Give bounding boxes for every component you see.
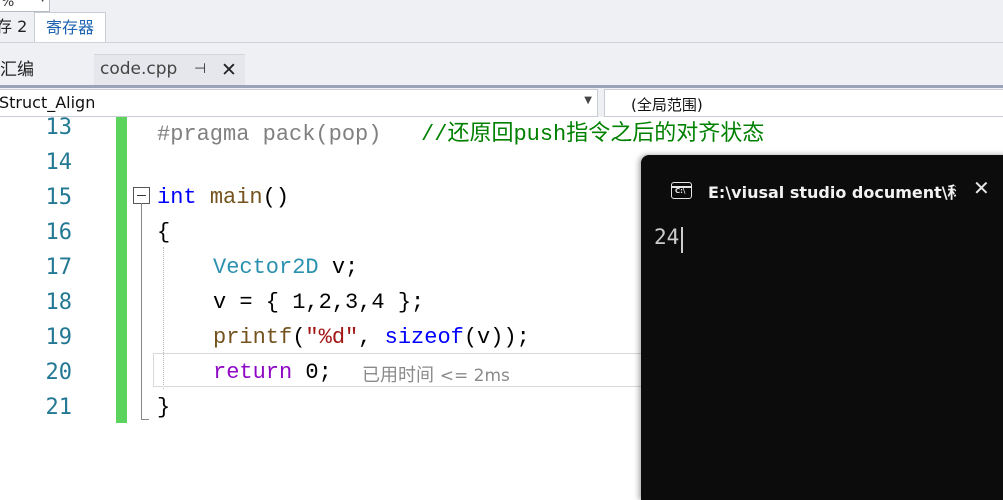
pin-icon[interactable]: ⊣ — [194, 61, 206, 77]
code-line-18: v = { 1,2,3,4 }; — [213, 290, 425, 315]
function-name: main — [209, 185, 263, 210]
perf-tip[interactable]: 已用时间 <= 2ms — [362, 361, 510, 387]
code-line-16: { — [157, 220, 171, 245]
tab-registers[interactable]: 寄存器 — [34, 12, 106, 42]
keyword: int — [157, 185, 197, 210]
console-icon: C:\ — [671, 182, 692, 199]
code-line-20: return 0; — [213, 360, 332, 385]
line-number: 19 — [45, 325, 73, 350]
pragma-directive: #pragma pack(pop) — [157, 122, 382, 147]
console-title: E:\viusal studio document\科研 — [708, 183, 956, 202]
line-number: 14 — [45, 150, 73, 175]
change-tracking-bar — [116, 117, 127, 423]
string-literal: "%d" — [305, 325, 359, 350]
scope-right-value: (全局范围) — [631, 96, 703, 114]
scope-dropdown-left[interactable]: Struct_Align ▼ — [0, 89, 598, 117]
comment: //还原回push指令之后的对齐状态 — [381, 122, 765, 147]
navigation-bar: Struct_Align ▼ (全局范围) — [0, 88, 1003, 117]
console-output: 24 — [654, 225, 680, 249]
scope-left-value: Struct_Align — [0, 93, 96, 112]
chevron-down-icon: ▼ — [584, 95, 592, 106]
line-number: 13 — [45, 115, 73, 140]
keyword: return — [213, 360, 293, 385]
keyword: sizeof — [384, 325, 464, 350]
console-window[interactable]: C:\ E:\viusal studio document\科研 ✕ 24 — [641, 155, 1003, 500]
code-line-17: Vector2D v; — [213, 255, 358, 280]
perf-tip-label: 已用时间 — [362, 365, 434, 386]
console-title-bar[interactable]: C:\ E:\viusal studio document\科研 ✕ — [641, 155, 1003, 215]
punctuation: ( — [292, 325, 306, 350]
line-number: 20 — [45, 360, 73, 385]
code-line-13: #pragma pack(pop) //还原回push指令之后的对齐状态 — [157, 115, 764, 147]
line-number: 15 — [45, 185, 73, 210]
tab-disassembly[interactable]: 汇编 — [0, 55, 34, 80]
close-icon[interactable]: ✕ — [221, 59, 237, 81]
line-number: 21 — [45, 395, 73, 420]
collapse-icon[interactable] — [133, 187, 150, 204]
perf-tip-value: <= 2ms — [439, 366, 510, 386]
line-number: 18 — [45, 290, 73, 315]
tab-filename: code.cpp — [100, 59, 178, 79]
type-name: Vector2D — [213, 255, 319, 280]
zoom-value: % — [1, 0, 15, 10]
line-number: 16 — [45, 220, 73, 245]
punctuation: () — [262, 185, 290, 210]
tool-window-tabs: 存 2 寄存器 — [0, 12, 1003, 43]
chevron-down-icon: ▼ — [39, 0, 46, 4]
code-text: 0; — [292, 360, 332, 385]
fold-guide-end — [141, 419, 149, 420]
code-line-21: } — [157, 395, 171, 420]
function-name: printf — [213, 325, 293, 350]
punctuation: (v)); — [463, 325, 530, 350]
tab-memory-2[interactable]: 存 2 — [0, 12, 32, 41]
scope-dropdown-right[interactable]: (全局范围) — [604, 89, 1003, 117]
code-line-15: int main() — [157, 185, 289, 210]
code-text: v; — [318, 255, 359, 280]
punctuation: , — [358, 325, 385, 350]
fold-guide — [141, 203, 142, 419]
zoom-dropdown[interactable]: % ▼ — [0, 0, 50, 12]
line-number: 17 — [45, 255, 73, 280]
close-icon[interactable]: ✕ — [973, 176, 990, 200]
code-line-19: printf("%d", sizeof(v)); — [213, 325, 530, 350]
document-tabs: 汇编 code.cpp ⊣ ✕ — [0, 43, 1003, 86]
text-cursor — [681, 227, 683, 253]
tab-code-cpp[interactable]: code.cpp ⊣ ✕ — [94, 54, 245, 86]
